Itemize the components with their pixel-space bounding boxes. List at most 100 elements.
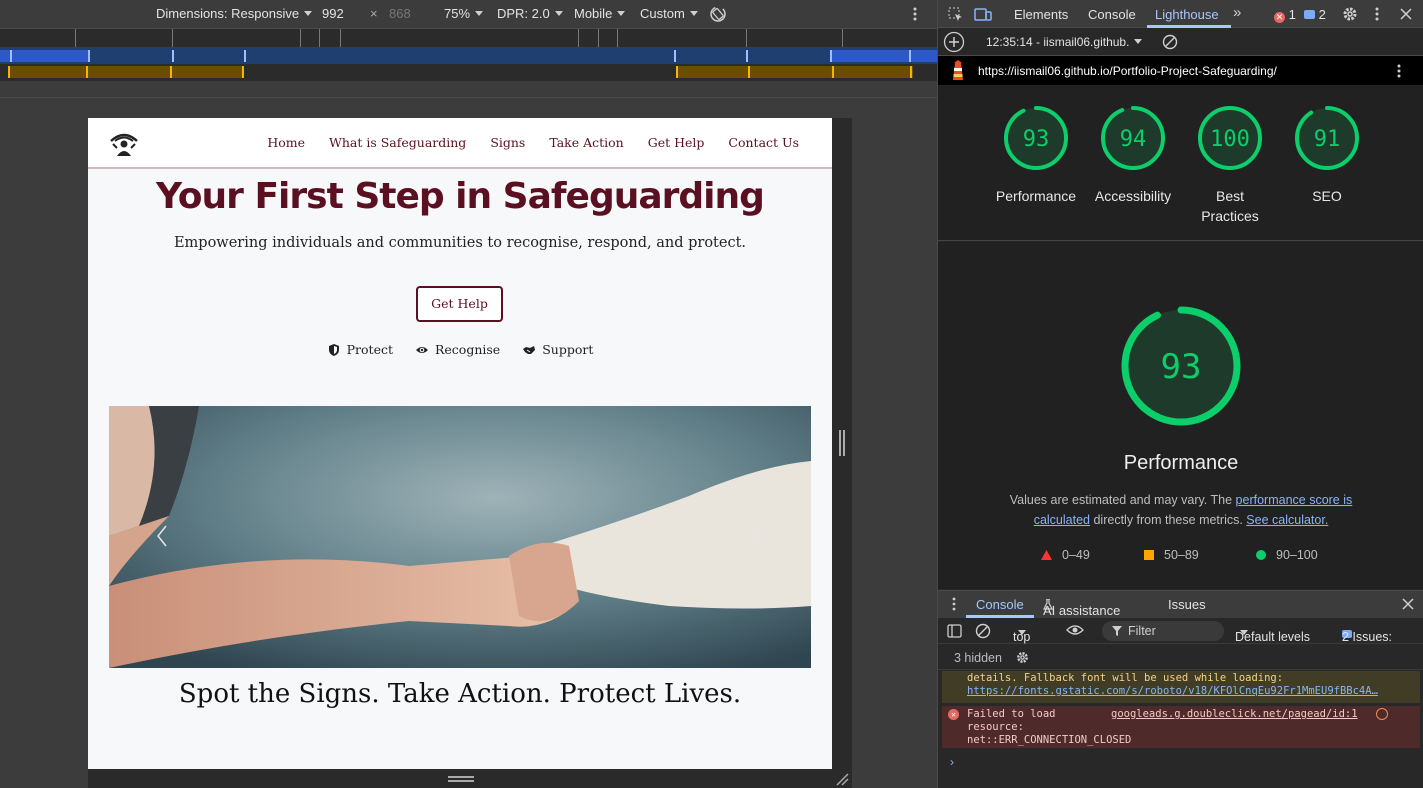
nav-take-action[interactable]: Take Action	[549, 135, 623, 150]
lighthouse-logo-icon	[953, 60, 963, 80]
more-options-icon[interactable]	[909, 6, 921, 22]
legend-pass-label: 90–100	[1276, 548, 1318, 562]
gauge-best-practices[interactable]: 100 Best Practices	[1185, 105, 1275, 226]
hidden-messages-row: 3 hidden	[938, 645, 1423, 670]
device-toolbar-toggle-icon[interactable]	[974, 6, 992, 22]
warning-text: details. Fallback font will be used whil…	[967, 672, 1284, 684]
live-expression-eye-icon[interactable]	[1066, 623, 1084, 637]
performance-section: 93 Performance Values are estimated and …	[938, 242, 1423, 589]
sidebar-toggle-icon[interactable]	[947, 624, 962, 638]
square-icon	[1144, 550, 1154, 560]
legend-fail: 0–49	[1041, 548, 1090, 562]
get-help-button[interactable]: Get Help	[416, 286, 503, 322]
drawer-tab-issues[interactable]: Issues	[1168, 597, 1206, 612]
new-report-plus-icon[interactable]	[943, 31, 965, 53]
tagline: Spot the Signs. Take Action. Protect Liv…	[178, 679, 742, 709]
filter-input[interactable]: Filter	[1102, 621, 1224, 641]
ai-explain-icon[interactable]	[1376, 708, 1388, 720]
gauge-accessibility[interactable]: 94 Accessibility	[1088, 105, 1178, 206]
gauge-label: Best Practices	[1201, 188, 1259, 224]
report-time: 12:35:14 - iismail06.github.	[986, 35, 1130, 49]
gauge-ring: 93	[1004, 106, 1068, 170]
times-sign: ×	[370, 6, 378, 21]
devtools-tabbar: Elements Console Lighthouse » ✕ 1 2	[938, 0, 1423, 28]
console-error-message: ✕ Failed to load resource: net::ERR_CONN…	[942, 706, 1420, 748]
gauge-label: Performance	[995, 188, 1077, 204]
console-warning-message: details. Fallback font will be used whil…	[942, 671, 1420, 703]
media-query-bar-max[interactable]	[0, 48, 937, 64]
nav-signs[interactable]: Signs	[490, 135, 525, 150]
carousel-prev-icon[interactable]	[155, 524, 169, 548]
more-tabs-button[interactable]: »	[1233, 4, 1241, 21]
see-calculator-link[interactable]: See calculator.	[1246, 513, 1328, 527]
score-description: Values are estimated and may vary. The p…	[998, 490, 1364, 530]
inspect-element-icon[interactable]	[947, 6, 963, 22]
pill-support: Support	[522, 342, 593, 357]
report-selector[interactable]: 12:35:14 - iismail06.github.	[986, 35, 1143, 49]
main-gauge: 93	[1121, 306, 1241, 426]
desc-text: Values are estimated and may vary. The	[1009, 493, 1236, 507]
close-devtools-icon[interactable]	[1400, 8, 1412, 20]
device-mode-select[interactable]: Mobile	[574, 6, 626, 21]
report-url[interactable]: https://iismail06.github.io/Portfolio-Pr…	[978, 64, 1277, 78]
resize-corner-icon[interactable]	[835, 772, 849, 786]
drawer-tabbar: Console AI assistance Issues	[938, 591, 1423, 618]
error-source-link[interactable]: googleads.g.doubleclick.net/pagead/id:1	[1111, 708, 1358, 721]
resize-handle-right[interactable]	[839, 430, 845, 456]
message-icon	[1304, 10, 1315, 19]
drawer-menu-icon[interactable]	[951, 597, 957, 611]
clear-console-icon[interactable]	[975, 623, 991, 639]
gauge-score: 93	[1023, 127, 1050, 152]
error-icon: ✕	[948, 709, 959, 720]
rotate-icon[interactable]	[709, 5, 727, 23]
gauge-ring: 91	[1295, 106, 1359, 170]
resize-handle-bottom[interactable]	[448, 776, 474, 782]
nav-home[interactable]: Home	[267, 135, 305, 150]
tab-console[interactable]: Console	[1088, 7, 1136, 22]
tab-elements[interactable]: Elements	[1014, 7, 1068, 22]
pill-recognise: Recognise	[415, 342, 500, 357]
dimensions-select[interactable]: Dimensions: Responsive	[156, 6, 313, 21]
nav-what-is-safeguarding[interactable]: What is Safeguarding	[329, 135, 466, 150]
emulated-page: Home What is Safeguarding Signs Take Act…	[88, 118, 832, 769]
close-drawer-icon[interactable]	[1402, 598, 1414, 610]
gauge-seo[interactable]: 91 SEO	[1282, 105, 1372, 206]
logo-icon[interactable]	[108, 128, 140, 158]
pill-row: Protect Recognise Support	[88, 342, 832, 357]
nav-get-help[interactable]: Get Help	[648, 135, 705, 150]
console-settings-icon[interactable]	[1015, 650, 1030, 665]
nav-contact-us[interactable]: Contact Us	[728, 135, 799, 150]
error-counter[interactable]: ✕ 1	[1274, 7, 1296, 23]
gauge-score: 100	[1210, 127, 1250, 152]
error-line2: resource:	[967, 721, 1024, 733]
width-input[interactable]: 992	[322, 6, 344, 21]
legend-pass: 90–100	[1256, 548, 1318, 562]
throttle-label: Custom	[640, 6, 685, 21]
message-counter[interactable]: 2	[1304, 7, 1326, 22]
console-prompt[interactable]: ›	[950, 755, 954, 769]
throttle-select[interactable]: Custom	[640, 6, 698, 21]
drawer-tab-console[interactable]: Console	[976, 597, 1024, 612]
customize-menu-icon[interactable]	[1372, 6, 1382, 22]
desc-text-mid: directly from these metrics.	[1090, 513, 1247, 527]
tab-lighthouse[interactable]: Lighthouse	[1155, 7, 1219, 22]
clear-reports-icon[interactable]	[1162, 34, 1178, 50]
dpr-select[interactable]: DPR: 2.0	[497, 6, 563, 21]
filter-placeholder: Filter	[1128, 624, 1156, 638]
zoom-select[interactable]: 75%	[444, 6, 484, 21]
report-menu-icon[interactable]	[1394, 63, 1404, 79]
height-input[interactable]: 868	[389, 6, 411, 21]
drawer-tab-ai-assistance[interactable]: AI assistance	[1043, 597, 1120, 618]
hero-subtitle: Empowering individuals and communities t…	[173, 235, 747, 251]
carousel-next-icon[interactable]	[751, 524, 765, 548]
handshake-icon	[523, 345, 536, 354]
devtools-panel: Elements Console Lighthouse » ✕ 1 2 12:3…	[937, 0, 1423, 788]
media-query-bar-min[interactable]	[0, 64, 937, 81]
warning-font-link[interactable]: https://fonts.gstatic.com/s/roboto/v18/K…	[967, 685, 1378, 697]
triangle-icon	[1041, 550, 1052, 560]
console-drawer: Console AI assistance Issues top Filter …	[938, 590, 1423, 788]
gauge-performance[interactable]: 93 Performance	[991, 105, 1081, 206]
settings-gear-icon[interactable]	[1341, 5, 1359, 23]
hero-title: Your First Step in Safeguarding	[156, 176, 765, 217]
hero-carousel[interactable]	[109, 406, 811, 668]
